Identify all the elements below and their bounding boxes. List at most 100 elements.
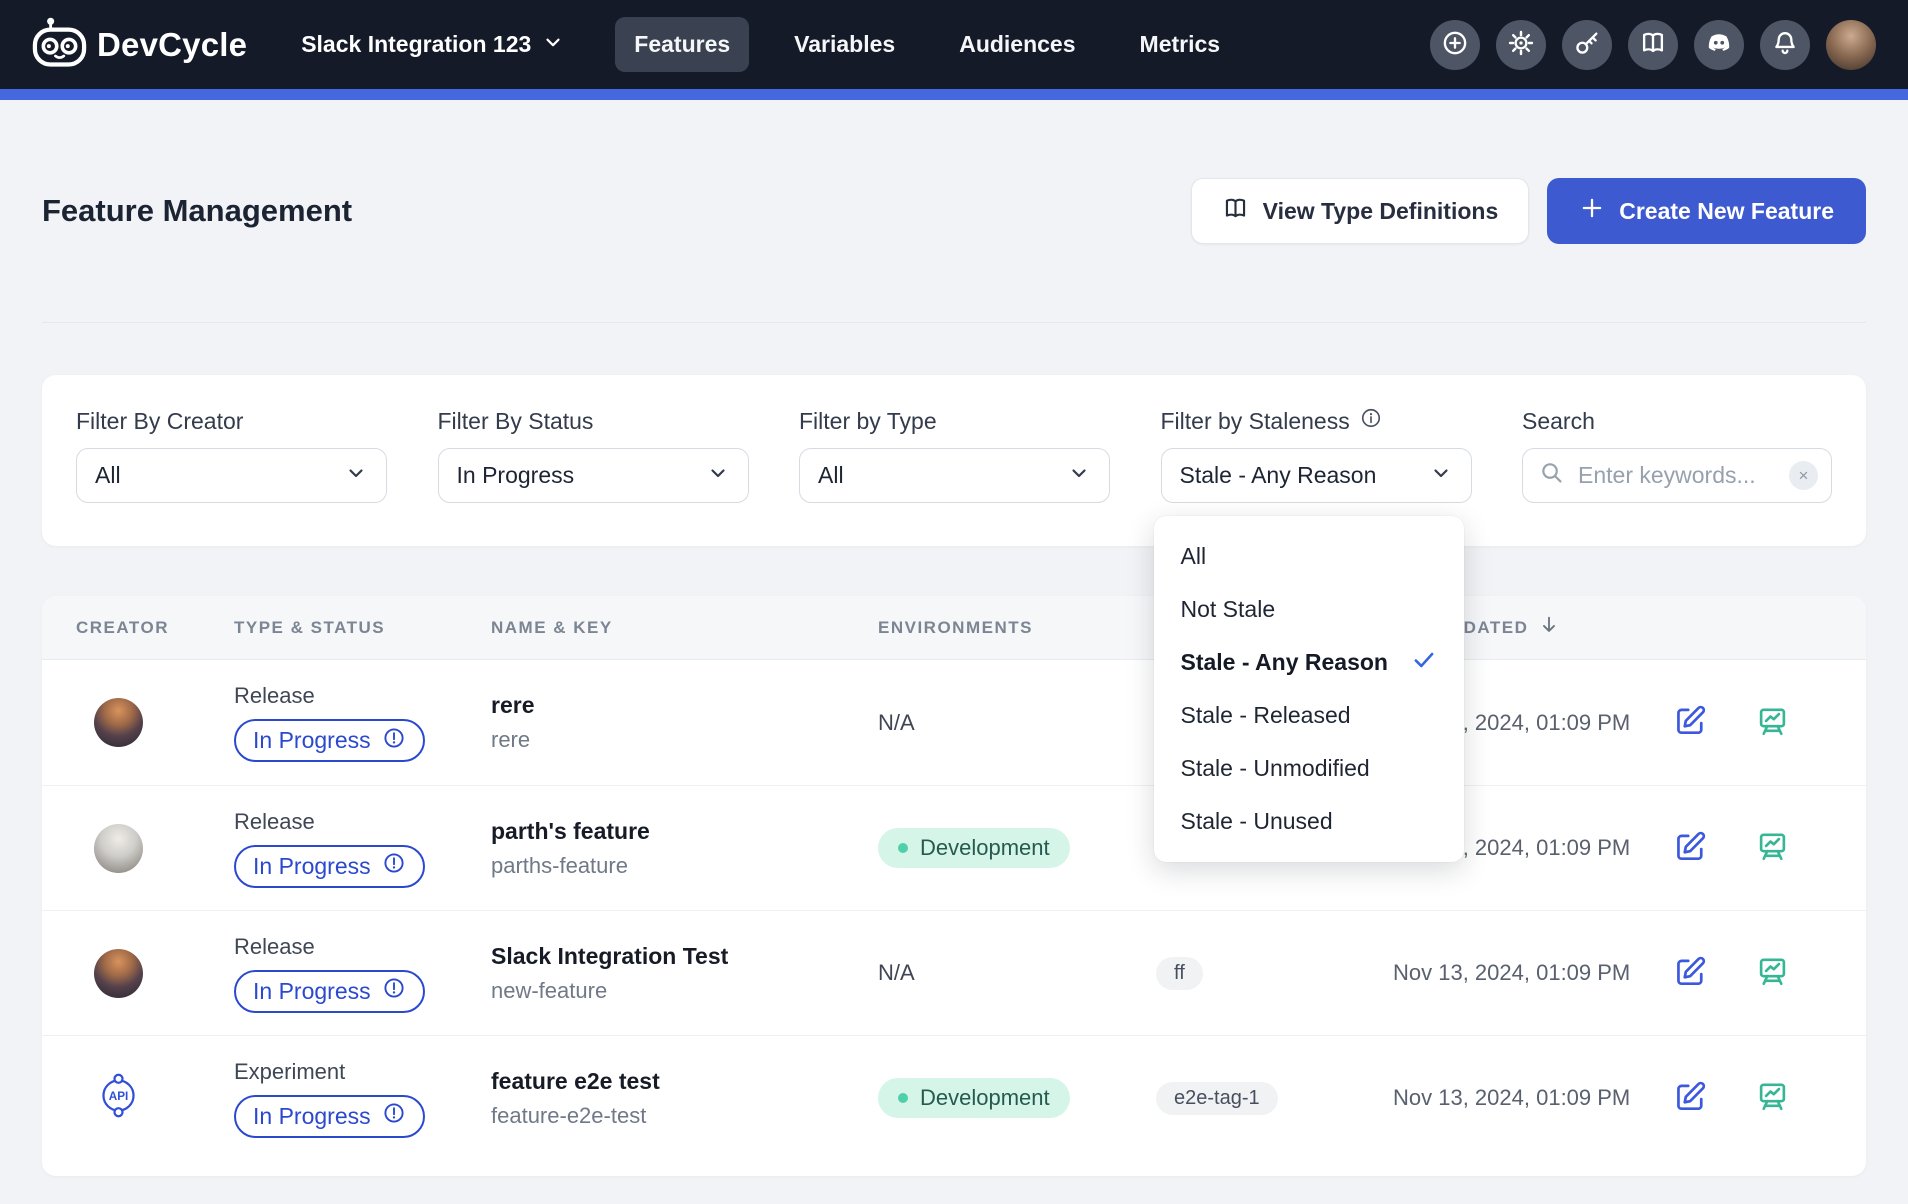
staleness-dropdown-menu: All Not Stale Stale - Any Reason Stale -… [1154,516,1464,862]
table-row[interactable]: Release In Progress Slack Integration Te… [42,910,1866,1035]
edit-feature-button[interactable] [1672,829,1708,868]
chevron-down-icon [1067,461,1091,491]
menu-item-stale-unmodified[interactable]: Stale - Unmodified [1154,742,1464,795]
feature-key: new-feature [491,978,878,1004]
brand-name: DevCycle [97,26,247,64]
feature-key: feature-e2e-test [491,1103,878,1129]
main-content: Feature Management View Type Definitions… [0,178,1908,1176]
close-icon: × [1799,467,1809,484]
environment-badge: Development [878,828,1070,868]
status-badge: In Progress [234,1095,425,1138]
environment-dot [898,843,908,853]
warning-circle-icon [382,1101,406,1131]
filter-type-label: Filter by Type [799,407,1110,435]
column-header-environments[interactable]: Environments [878,618,1156,638]
environments-value: N/A [878,710,915,735]
feature-name[interactable]: feature e2e test [491,1068,878,1095]
menu-item-all[interactable]: All [1154,530,1464,583]
settings-button[interactable] [1496,20,1546,70]
project-selector[interactable]: Slack Integration 123 [301,31,564,59]
add-button[interactable] [1430,20,1480,70]
project-name: Slack Integration 123 [301,31,531,58]
filter-staleness: Filter by Staleness Stale - Any Reason A… [1161,407,1472,503]
bell-icon [1771,29,1799,60]
edit-feature-button[interactable] [1672,703,1708,742]
feature-name[interactable]: rere [491,692,878,719]
view-type-definitions-button[interactable]: View Type Definitions [1191,178,1530,244]
book-icon [1639,29,1667,60]
info-icon[interactable] [1360,407,1382,435]
feature-metrics-button[interactable] [1755,1079,1790,1117]
feature-metrics-button[interactable] [1755,829,1790,867]
api-keys-button[interactable] [1562,20,1612,70]
chart-board-icon [1755,954,1790,992]
feature-name[interactable]: Slack Integration Test [491,943,878,970]
status-select[interactable]: In Progress [438,448,749,503]
chevron-down-icon [542,31,564,59]
tab-audiences[interactable]: Audiences [940,17,1094,72]
creator-select[interactable]: All [76,448,387,503]
feature-metrics-button[interactable] [1755,954,1790,992]
header-divider [42,322,1866,323]
plus-icon [1579,195,1605,227]
user-avatar[interactable] [1826,20,1876,70]
status-badge: In Progress [234,845,425,888]
chevron-down-icon [344,461,368,491]
column-header-name-key[interactable]: Name & Key [491,618,878,638]
sort-desc-arrow-icon [1538,614,1560,641]
staleness-select[interactable]: Stale - Any Reason [1161,448,1472,503]
creator-avatar [94,949,143,998]
tab-features[interactable]: Features [615,17,749,72]
creator-avatar [94,698,143,747]
menu-item-stale-any-reason[interactable]: Stale - Any Reason [1154,636,1464,689]
filter-creator-label: Filter By Creator [76,407,387,435]
column-header-creator[interactable]: Creator [76,618,234,638]
menu-item-stale-released[interactable]: Stale - Released [1154,689,1464,742]
type-select[interactable]: All [799,448,1110,503]
filter-status: Filter By Status In Progress [438,407,749,503]
updated-timestamp: Nov 13, 2024, 01:09 PM [1393,1085,1630,1110]
chevron-down-icon [706,461,730,491]
discord-icon [1704,28,1734,61]
tab-metrics[interactable]: Metrics [1121,17,1240,72]
warning-circle-icon [382,976,406,1006]
status-badge: In Progress [234,719,425,762]
accent-bar [0,89,1908,100]
edit-pencil-icon [1672,829,1708,868]
search-input[interactable] [1578,462,1776,489]
table-row[interactable]: API Experiment In Progress feature e2e t… [42,1035,1866,1160]
feature-type: Experiment [234,1059,491,1085]
devcycle-brand[interactable]: DevCycle [32,16,247,73]
api-creator-icon: API [94,1071,234,1125]
tab-variables[interactable]: Variables [775,17,914,72]
check-icon [1411,647,1437,679]
environment-badge: Development [878,1078,1070,1118]
clear-search-button[interactable]: × [1789,461,1818,490]
feature-type: Release [234,683,491,709]
discord-button[interactable] [1694,20,1744,70]
column-header-type-status[interactable]: Type & Status [234,618,491,638]
notifications-button[interactable] [1760,20,1810,70]
menu-item-not-stale[interactable]: Not Stale [1154,583,1464,636]
creator-avatar [94,824,143,873]
table-row[interactable]: Release In Progress parth's feature part… [42,785,1866,910]
docs-button[interactable] [1628,20,1678,70]
table-row[interactable]: Release In Progress rere rere N/A Nov 13… [42,660,1866,785]
edit-feature-button[interactable] [1672,1079,1708,1118]
filter-bar: Filter By Creator All Filter By Status I… [42,375,1866,546]
book-icon [1222,195,1249,228]
page-title: Feature Management [42,193,352,229]
warning-circle-icon [382,726,406,756]
chart-board-icon [1755,704,1790,742]
filter-status-label: Filter By Status [438,407,749,435]
create-new-feature-button[interactable]: Create New Feature [1547,178,1866,244]
feature-metrics-button[interactable] [1755,704,1790,742]
plus-circle-icon [1441,29,1469,60]
table-header-row: Creator Type & Status Name & Key Environ… [42,596,1866,660]
feature-name[interactable]: parth's feature [491,818,878,845]
edit-feature-button[interactable] [1672,954,1708,993]
filter-type: Filter by Type All [799,407,1110,503]
menu-item-stale-unused[interactable]: Stale - Unused [1154,795,1464,848]
tag-badge: ff [1156,957,1203,990]
filter-creator: Filter By Creator All [76,407,387,503]
